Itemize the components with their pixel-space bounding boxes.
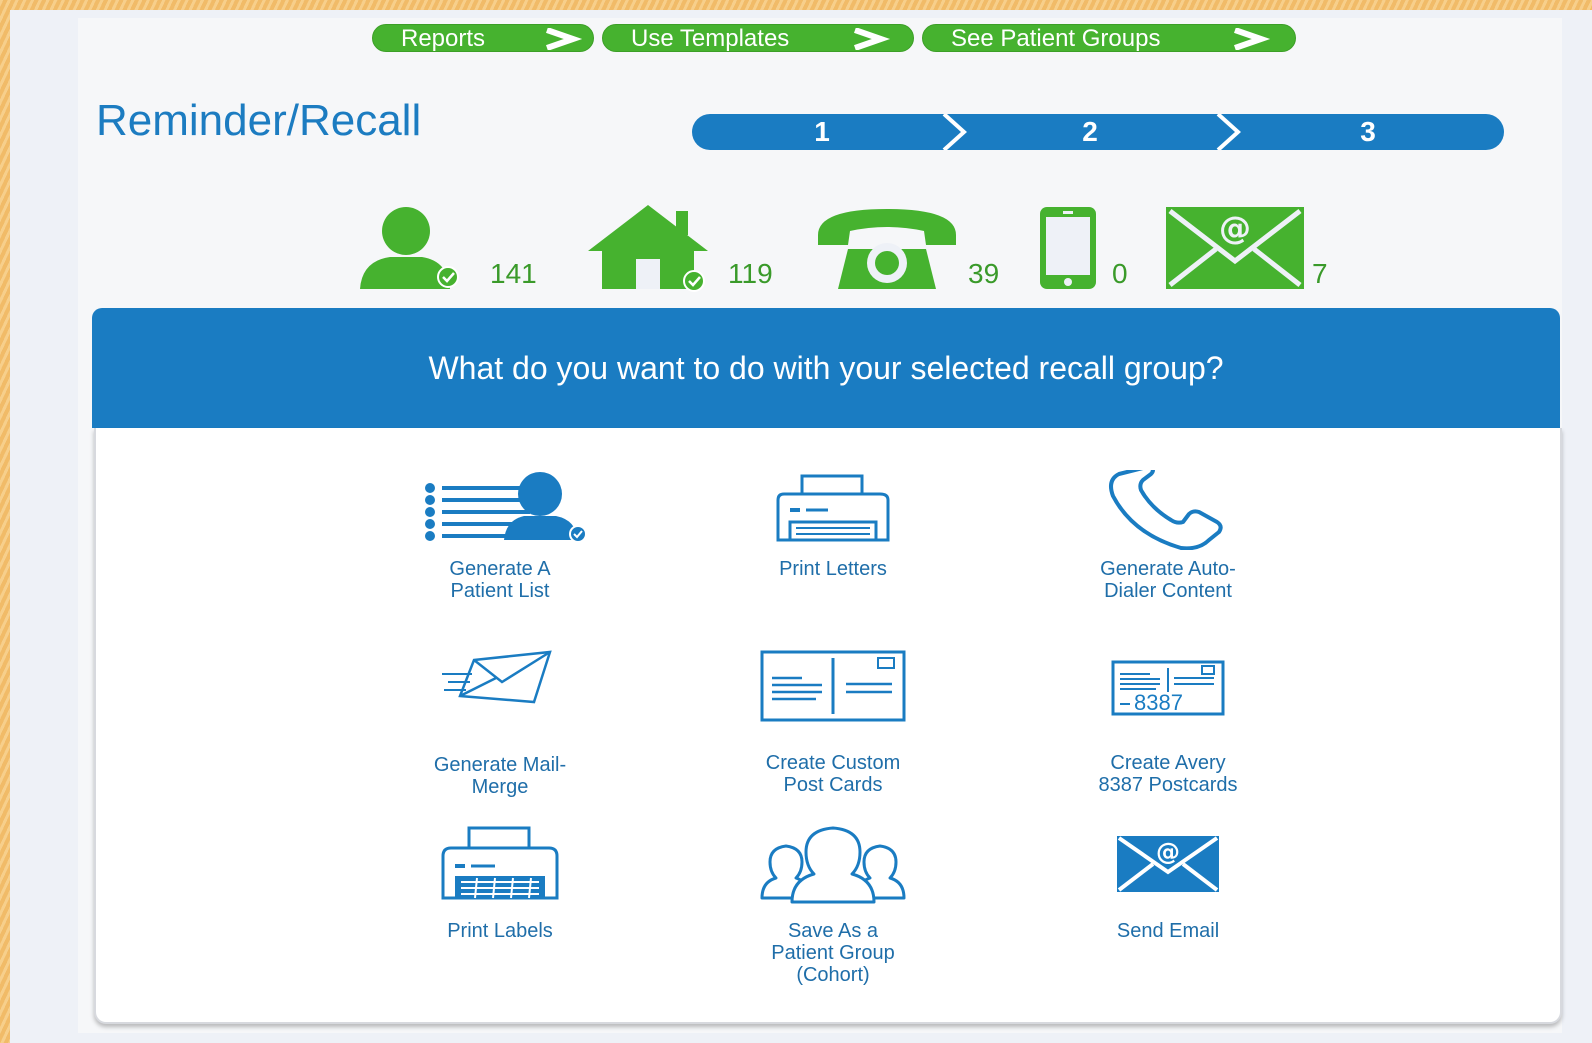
mobile-phone-icon (1040, 207, 1096, 289)
step-progress: 1 2 3 (692, 114, 1504, 150)
avery-postcard-shape (1111, 660, 1225, 716)
generate-patient-list-label: Generate A Patient List (449, 558, 551, 602)
label-printer-icon (441, 826, 559, 900)
patient-check-icon (360, 207, 459, 289)
step-2[interactable]: 2 (1060, 114, 1120, 150)
patient-count: 141 (490, 258, 537, 289)
create-custom-post-cards-button[interactable]: Create Custom Post Cards (713, 648, 953, 796)
reports-label: Reports (401, 25, 486, 52)
send-email-label: Send Email (1116, 920, 1220, 942)
print-letters-label: Print Letters (779, 558, 887, 580)
step-1[interactable]: 1 (792, 114, 852, 150)
email-at-icon: @ (1166, 207, 1304, 289)
generate-auto-dialer-button[interactable]: Generate Auto- Dialer Content (1048, 470, 1288, 602)
page-title: Reminder/Recall (96, 96, 422, 145)
create-custom-post-cards-label: Create Custom Post Cards (765, 752, 901, 796)
email-icon: @ (1117, 836, 1219, 892)
print-labels-button[interactable]: Print Labels (380, 826, 620, 942)
save-patient-group-button[interactable]: Save As a Patient Group (Cohort) (713, 826, 953, 986)
telephone-icon (818, 209, 956, 289)
house-check-icon (588, 205, 708, 292)
printer-icon (776, 474, 890, 542)
avery-number: 8387 (1134, 690, 1183, 715)
print-labels-label: Print Labels (447, 920, 553, 942)
avery-postcard-icon: 8387 (1110, 648, 1226, 728)
see-patient-groups-button[interactable]: See Patient Groups (922, 24, 1296, 52)
chevron-right-icon (546, 28, 583, 50)
generate-patient-list-button[interactable]: Generate A Patient List (380, 470, 620, 602)
email-count: 7 (1312, 258, 1328, 289)
patient-list-icon (425, 472, 587, 543)
question-banner: What do you want to do with your selecte… (92, 308, 1560, 428)
phone-handset-icon (1109, 470, 1223, 550)
svg-text:@: @ (1219, 209, 1251, 247)
generate-mail-merge-button[interactable]: Generate Mail- Merge (380, 648, 620, 798)
phone-count: 39 (968, 258, 1000, 289)
use-templates-label: Use Templates (631, 25, 790, 52)
postcard-icon (760, 650, 906, 722)
mobile-count: 0 (1112, 258, 1128, 289)
generate-auto-dialer-label: Generate Auto- Dialer Content (1100, 558, 1236, 602)
chevron-right-icon (1234, 28, 1271, 50)
patient-group-icon (760, 826, 906, 904)
use-templates-button[interactable]: Use Templates (602, 24, 914, 52)
step-3[interactable]: 3 (1338, 114, 1398, 150)
send-email-button[interactable]: @ Send Email (1048, 826, 1288, 942)
chevron-right-icon (854, 28, 891, 50)
generate-mail-merge-label: Generate Mail- Merge (433, 754, 567, 798)
see-patient-groups-label: See Patient Groups (951, 25, 1161, 52)
create-avery-postcards-label: Create Avery 8387 Postcards (1098, 752, 1238, 796)
reports-button[interactable]: Reports (372, 24, 594, 52)
save-patient-group-label: Save As a Patient Group (Cohort) (771, 920, 895, 986)
address-count: 119 (728, 258, 773, 289)
create-avery-postcards-button[interactable]: 8387 Create Avery 8387 Postcards (1048, 648, 1288, 796)
envelope-send-icon (442, 650, 552, 704)
print-letters-button[interactable]: Print Letters (713, 470, 953, 580)
svg-text:@: @ (1156, 838, 1180, 866)
